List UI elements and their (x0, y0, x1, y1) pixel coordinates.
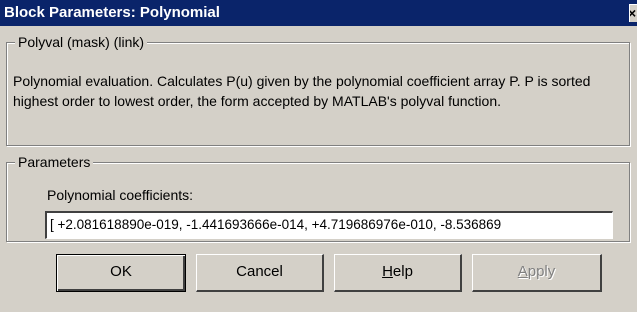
cancel-button-label: Cancel (236, 263, 283, 280)
close-icon: × (630, 5, 636, 21)
description-group-title: Polyval (mask) (link) (15, 34, 148, 50)
title-bar[interactable]: Block Parameters: Polynomial × (0, 0, 637, 26)
help-button[interactable]: Help (334, 254, 462, 292)
window-title: Block Parameters: Polynomial (4, 4, 220, 21)
help-button-label: elp (392, 263, 413, 280)
parameters-group: Parameters Polynomial coefficients: [ +2… (6, 154, 630, 242)
description-group: Polyval (mask) (link) Polynomial evaluat… (6, 34, 630, 146)
polynomial-coefficients-label: Polynomial coefficients: (47, 187, 194, 203)
cancel-button[interactable]: Cancel (196, 254, 324, 292)
polynomial-coefficients-input[interactable]: [ +2.081618890e-019, -1.441693666e-014, … (45, 211, 613, 239)
apply-button[interactable]: Apply (472, 254, 602, 292)
ok-button[interactable]: OK (56, 254, 186, 292)
block-parameters-dialog: Block Parameters: Polynomial × Polyval (… (0, 0, 637, 312)
apply-button-mnemonic: A (517, 263, 528, 280)
block-description: Polynomial evaluation. Calculates P(u) g… (13, 73, 591, 109)
close-button[interactable]: × (629, 4, 637, 22)
parameters-group-title: Parameters (15, 154, 94, 170)
ok-button-label: OK (110, 263, 132, 280)
apply-button-label: pply (527, 263, 556, 280)
help-button-mnemonic: H (382, 263, 393, 280)
